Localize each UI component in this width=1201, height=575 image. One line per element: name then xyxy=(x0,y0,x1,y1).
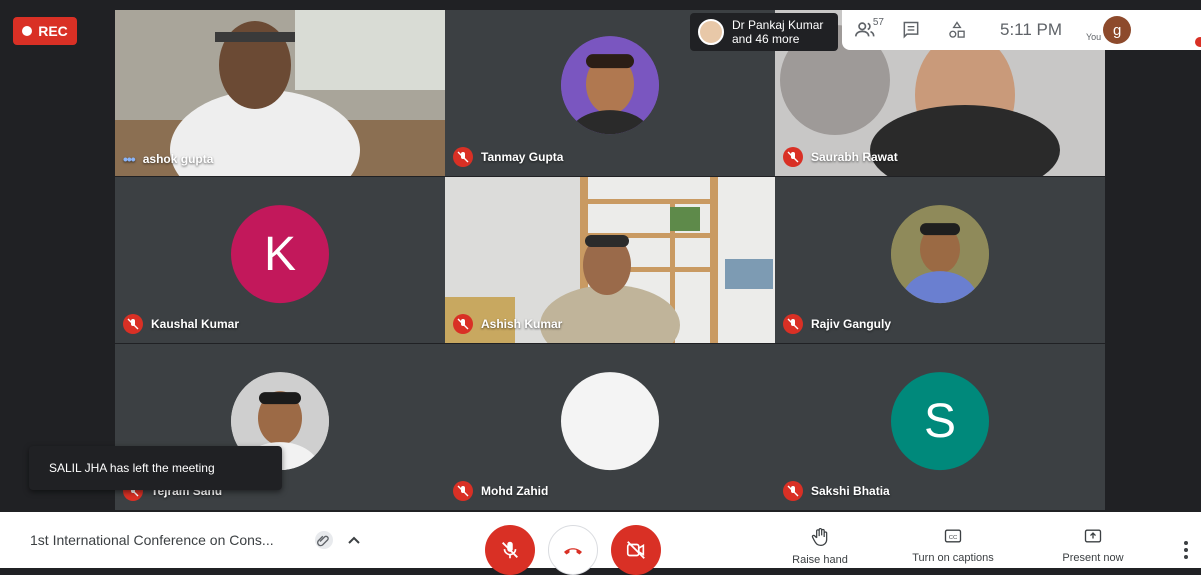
meeting-title[interactable]: 1st International Conference on Cons... xyxy=(30,532,274,548)
participant-name-row: Mohd Zahid xyxy=(453,481,548,501)
speaking-indicator-icon: ••• xyxy=(123,151,136,167)
participant-name: Ashish Kumar xyxy=(481,317,563,331)
clock: 5:11 PM xyxy=(1000,20,1063,39)
svg-text:CC: CC xyxy=(949,535,957,541)
activities-icon xyxy=(949,21,965,38)
participant-tile-ashish-kumar[interactable]: Ashish Kumar xyxy=(445,177,775,343)
mic-off-icon xyxy=(123,314,143,334)
top-toolbar: 57 5:11 PM You g xyxy=(842,10,1201,50)
captions-label: Turn on captions xyxy=(912,552,994,564)
mic-off-icon xyxy=(453,314,473,334)
participant-count: 57 xyxy=(872,17,884,28)
participant-initial-avatar: S xyxy=(891,372,989,471)
participant-name: Tanmay Gupta xyxy=(481,150,564,164)
participant-photo xyxy=(561,372,659,471)
mic-off-icon xyxy=(783,314,803,334)
participant-name: Sakshi Bhatia xyxy=(811,484,890,498)
participant-tile-rajiv-ganguly[interactable]: Rajiv Ganguly xyxy=(775,177,1105,343)
participant-name-row: Ashish Kumar xyxy=(453,314,562,334)
participant-tile-kaushal-kumar[interactable]: K Kaushal Kumar xyxy=(115,177,445,343)
present-icon xyxy=(1084,529,1102,543)
meeting-details-icon[interactable] xyxy=(312,528,336,552)
participant-tile-sakshi-bhatia[interactable]: S Sakshi Bhatia xyxy=(775,344,1105,510)
avatar xyxy=(698,19,724,45)
participant-name: Saurabh Rawat xyxy=(811,150,898,164)
participants-chip-text: Dr Pankaj Kumar and 46 more xyxy=(732,18,823,46)
participant-name-row: Tanmay Gupta xyxy=(453,147,563,167)
participants-chip-line2: and 46 more xyxy=(732,32,800,46)
you-label: You xyxy=(1086,32,1102,42)
present-now-button[interactable]: Present now xyxy=(1038,526,1148,564)
participant-photo xyxy=(561,36,659,135)
mic-off-icon xyxy=(453,147,473,167)
raise-hand-button[interactable]: Raise hand xyxy=(765,526,875,566)
camera-off-icon xyxy=(626,541,645,559)
chevron-up-icon[interactable] xyxy=(342,528,366,552)
hang-up-icon xyxy=(564,548,582,555)
participant-initial-avatar: K xyxy=(231,205,329,304)
captions-button[interactable]: CC Turn on captions xyxy=(898,526,1008,564)
chat-button[interactable] xyxy=(888,10,934,50)
participant-name-row: ••• ashok gupta xyxy=(123,151,213,167)
hand-icon xyxy=(811,528,828,546)
participant-name: Kaushal Kumar xyxy=(151,317,240,331)
participant-tile-ashok-gupta[interactable]: ••• ashok gupta xyxy=(115,10,445,176)
people-button[interactable]: 57 xyxy=(842,10,888,50)
participants-chip[interactable]: Dr Pankaj Kumar and 46 more xyxy=(690,13,838,51)
bottom-controls-bar: 1st International Conference on Cons... … xyxy=(0,512,1201,575)
participant-name-row: Kaushal Kumar xyxy=(123,314,239,334)
present-now-label: Present now xyxy=(1062,552,1124,564)
notification-badge xyxy=(1195,37,1201,47)
participant-photo xyxy=(891,205,989,304)
recording-indicator: REC xyxy=(13,17,77,45)
record-dot-icon xyxy=(22,26,33,36)
participant-name-row: Rajiv Ganguly xyxy=(783,314,891,334)
mic-off-icon xyxy=(783,147,803,167)
meeting-stage: ••• ashok gupta Tanmay Gupta Saurabh Raw… xyxy=(0,0,1201,512)
captions-icon: CC xyxy=(944,529,962,543)
more-options-icon[interactable] xyxy=(1176,538,1196,562)
participant-name: Rajiv Ganguly xyxy=(811,317,892,331)
participant-name-row: Saurabh Rawat xyxy=(783,147,898,167)
mic-off-icon xyxy=(453,481,473,501)
activities-button[interactable] xyxy=(934,10,980,50)
raise-hand-label: Raise hand xyxy=(792,554,848,566)
mic-off-icon xyxy=(783,481,803,501)
notification-toast: SALIL JHA has left the meeting xyxy=(29,446,282,490)
user-avatar[interactable]: g xyxy=(1103,16,1132,44)
participants-chip-line1: Dr Pankaj Kumar xyxy=(732,18,824,32)
chat-icon xyxy=(903,21,919,39)
mic-off-icon xyxy=(502,541,518,559)
participant-name: ashok gupta xyxy=(142,152,214,166)
participant-name-row: Sakshi Bhatia xyxy=(783,481,890,501)
recording-label: REC xyxy=(38,23,68,39)
participant-tile-mohd-zahid[interactable]: Mohd Zahid xyxy=(445,344,775,510)
participant-name: Mohd Zahid xyxy=(481,484,549,498)
